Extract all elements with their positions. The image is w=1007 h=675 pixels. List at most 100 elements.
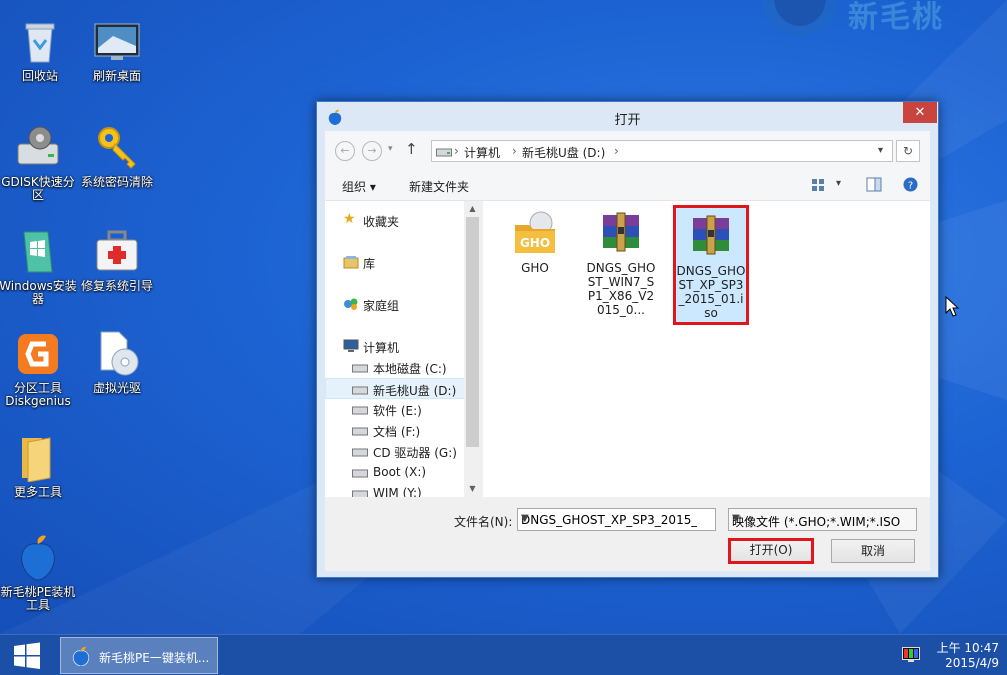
taskbar-app-label: 新毛桃PE一键装机... xyxy=(99,651,210,665)
nav-item-drive-e[interactable]: 软件 (E:) xyxy=(325,399,465,420)
file-item-xp-iso[interactable]: DNGS_GHOST_XP_SP3_2015_01.iso xyxy=(673,205,749,325)
file-item-win7-iso[interactable]: DNGS_GHOST_WIN7_SP1_X86_V2015_0... xyxy=(585,209,657,317)
nav-item-homegroup[interactable]: 家庭组 xyxy=(325,294,465,315)
system-clock[interactable]: 上午 10:47 2015/4/9 xyxy=(935,641,999,671)
address-dropdown-icon[interactable]: ▾ xyxy=(878,145,883,156)
nav-label: Boot (X:) xyxy=(373,465,427,479)
taskbar-app-pe-installer[interactable]: 新毛桃PE一键装机... xyxy=(60,637,218,674)
dialog-titlebar[interactable]: 打开 ✕ xyxy=(317,102,938,131)
up-button[interactable]: ↑ xyxy=(405,140,418,158)
chevron-down-icon[interactable]: ▼ xyxy=(521,513,697,524)
desktop-icon-label: 系统密码清除 xyxy=(80,175,153,189)
nav-item-drive-y[interactable]: WIM (Y:) xyxy=(325,483,465,497)
gho-folder-icon: GHO xyxy=(511,209,559,257)
arrow-up-icon: ↑ xyxy=(405,140,418,158)
nav-item-drive-f[interactable]: 文档 (F:) xyxy=(325,420,465,441)
new-folder-button[interactable]: 新建文件夹 xyxy=(409,178,469,195)
desktop-icon-refresh-desktop[interactable]: 刷新桌面 xyxy=(77,18,157,83)
nav-item-computer[interactable]: 计算机 xyxy=(325,336,465,357)
desktop-icon-label: 虚拟光驱 xyxy=(92,381,141,395)
desktop-icon-recycle-bin[interactable]: 回收站 xyxy=(0,18,80,83)
star-icon: ★ xyxy=(343,211,356,227)
preview-pane-icon[interactable] xyxy=(866,177,882,192)
desktop-icon-diskgenius[interactable]: 分区工具Diskgenius xyxy=(0,330,78,408)
file-name: DNGS_GHOST_WIN7_SP1_X86_V2015_0... xyxy=(586,261,656,317)
address-bar[interactable]: › 计算机 › 新毛桃U盘 (D:) › ▾ xyxy=(431,140,893,162)
nav-item-drive-d[interactable]: 新毛桃U盘 (D:) xyxy=(325,378,465,399)
nav-label: 软件 (E:) xyxy=(373,404,422,418)
mouse-cursor-icon xyxy=(945,296,959,317)
nav-label: 收藏夹 xyxy=(363,215,400,229)
drive-icon xyxy=(352,386,368,395)
nav-item-drive-g[interactable]: CD 驱动器 (G:) xyxy=(325,441,465,462)
nav-item-drive-c[interactable]: 本地磁盘 (C:) xyxy=(325,357,465,378)
chevron-down-icon[interactable]: ▼ xyxy=(732,513,900,524)
start-button[interactable] xyxy=(0,635,52,675)
file-name: GHO xyxy=(521,261,549,275)
recent-locations-button[interactable]: ▾ xyxy=(388,144,393,154)
taskbar: 新毛桃PE一键装机... 上午 10:47 2015/4/9 xyxy=(0,634,1007,675)
refresh-button[interactable]: ↻ xyxy=(896,140,920,162)
clock-time: 上午 10:47 xyxy=(936,641,999,655)
nav-label: 库 xyxy=(363,257,376,271)
scrollbar-thumb[interactable] xyxy=(466,217,479,447)
desktop-icon-label: 分区工具Diskgenius xyxy=(5,381,71,408)
view-dropdown-icon[interactable]: ▾ xyxy=(836,178,841,189)
nav-item-drive-x[interactable]: Boot (X:) xyxy=(325,462,465,483)
filename-input[interactable]: DNGS_GHOST_XP_SP3_2015_01.iso ▼ xyxy=(517,508,716,531)
desktop-icon-label: GDISK快速分区 xyxy=(1,175,75,202)
drive-icon xyxy=(436,148,452,157)
nav-item-libraries[interactable]: 库 xyxy=(325,252,465,273)
desktop-icon-label: 更多工具 xyxy=(13,485,62,499)
desktop-icon-windows-installer[interactable]: Windows安装器 xyxy=(0,228,78,306)
nav-scrollbar[interactable]: ▲ ▼ xyxy=(464,201,481,497)
desktop-icon-label: 回收站 xyxy=(21,69,58,83)
key-icon xyxy=(93,124,141,172)
scroll-down-icon[interactable]: ▼ xyxy=(464,481,481,497)
desktop-icon-virtual-drive[interactable]: 虚拟光驱 xyxy=(77,330,157,395)
desktop-icon-repair-boot[interactable]: 修复系统引导 xyxy=(77,228,157,293)
file-name: DNGS_GHOST_XP_SP3_2015_01.iso xyxy=(676,264,746,320)
desktop-icon-label: Windows安装器 xyxy=(0,279,77,306)
display-tray-icon[interactable] xyxy=(902,647,920,663)
winrar-archive-icon xyxy=(687,212,735,260)
breadcrumb-drive-d[interactable]: 新毛桃U盘 (D:) xyxy=(522,144,605,161)
peach-installer-icon xyxy=(14,534,62,582)
file-item-gho[interactable]: GHO GHO xyxy=(499,209,571,275)
nav-label: CD 驱动器 (G:) xyxy=(373,446,457,460)
breadcrumb-computer[interactable]: 计算机 xyxy=(464,144,500,161)
desktop-icon-label: 新毛桃PE装机工具 xyxy=(0,585,76,612)
help-icon[interactable]: ? xyxy=(903,177,918,192)
scroll-up-icon[interactable]: ▲ xyxy=(464,201,481,217)
filetype-select[interactable]: 映像文件 (*.GHO;*.WIM;*.ISO) ▼ xyxy=(728,508,917,531)
back-button[interactable]: ← xyxy=(335,141,355,161)
desktop-icon-pe-installer[interactable]: 新毛桃PE装机工具 xyxy=(0,534,78,612)
nav-label: 计算机 xyxy=(363,341,400,355)
forward-button[interactable]: → xyxy=(362,141,382,161)
desktop-icon-more-tools[interactable]: 更多工具 xyxy=(0,434,78,499)
close-button[interactable]: ✕ xyxy=(903,102,937,123)
organize-button[interactable]: 组织 ▾ xyxy=(342,178,376,195)
nav-item-favorites[interactable]: ★ 收藏夹 xyxy=(325,210,465,231)
refresh-desktop-icon xyxy=(93,18,141,66)
recycle-bin-icon xyxy=(16,18,64,66)
close-icon: ✕ xyxy=(914,105,926,120)
nav-label: 新毛桃U盘 (D:) xyxy=(373,384,457,398)
cancel-button[interactable]: 取消 xyxy=(831,539,915,563)
dialog-title: 打开 xyxy=(614,113,641,128)
open-button[interactable]: 打开(O) xyxy=(728,538,814,564)
navigation-pane: ★ 收藏夹 库 家庭组 计算机 本地磁盘 (C:) 新毛桃U盘 (D:) 软件 … xyxy=(325,201,481,497)
desktop-icon-password-clear[interactable]: 系统密码清除 xyxy=(77,124,157,189)
file-list: GHO GHO DNGS_GHOST_WIN7_SP1_X86_V2015_0.… xyxy=(483,201,930,497)
dialog-client: ← → ▾ ↑ › 计算机 › 新毛桃U盘 (D:) › ▾ ↻ 组织 ▾ 新建… xyxy=(325,131,930,571)
desktop-icon-gdisk[interactable]: GDISK快速分区 xyxy=(0,124,78,202)
first-aid-kit-icon xyxy=(93,228,141,276)
windows-installer-icon xyxy=(14,228,62,276)
drive-icon xyxy=(352,406,368,415)
dialog-frame: 打开 ✕ ← → ▾ ↑ › 计算机 › 新毛桃U盘 (D:) › ▾ ↻ 组织… xyxy=(317,102,938,577)
computer-icon xyxy=(343,339,359,352)
view-options-icon[interactable] xyxy=(811,178,825,192)
homegroup-icon xyxy=(344,298,358,310)
refresh-icon: ↻ xyxy=(902,144,914,158)
library-icon xyxy=(343,256,359,269)
